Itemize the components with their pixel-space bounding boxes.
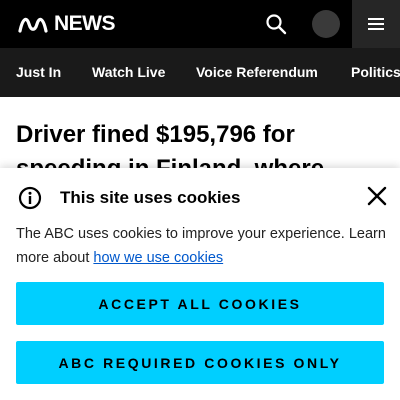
search-icon xyxy=(266,14,287,35)
search-button[interactable] xyxy=(262,10,290,38)
cookie-consent-banner: This site uses cookies The ABC uses cook… xyxy=(0,168,400,400)
section-nav: Just In Watch Live Voice Referendum Poli… xyxy=(0,48,400,97)
site-header: NEWS xyxy=(0,0,400,48)
close-icon[interactable] xyxy=(366,185,388,207)
cookie-policy-link[interactable]: how we use cookies xyxy=(93,250,223,266)
required-cookies-only-button[interactable]: ABC REQUIRED COOKIES ONLY xyxy=(16,341,384,384)
info-icon xyxy=(18,186,42,210)
nav-item-just-in[interactable]: Just In xyxy=(16,48,61,97)
abc-logo-icon xyxy=(18,17,48,33)
menu-button[interactable] xyxy=(352,0,400,48)
account-avatar-button[interactable] xyxy=(312,10,340,38)
nav-item-voice-referendum[interactable]: Voice Referendum xyxy=(196,48,318,97)
accept-all-cookies-button[interactable]: ACCEPT ALL COOKIES xyxy=(16,282,384,325)
logo-text: NEWS xyxy=(54,12,116,35)
nav-item-watch-live[interactable]: Watch Live xyxy=(92,48,165,97)
hamburger-menu-icon xyxy=(368,18,384,30)
nav-item-politics[interactable]: Politics xyxy=(351,48,400,97)
cookie-banner-title: This site uses cookies xyxy=(60,188,241,207)
abc-news-logo[interactable]: NEWS xyxy=(17,12,116,35)
cookie-banner-description: The ABC uses cookies to improve your exp… xyxy=(16,222,386,270)
